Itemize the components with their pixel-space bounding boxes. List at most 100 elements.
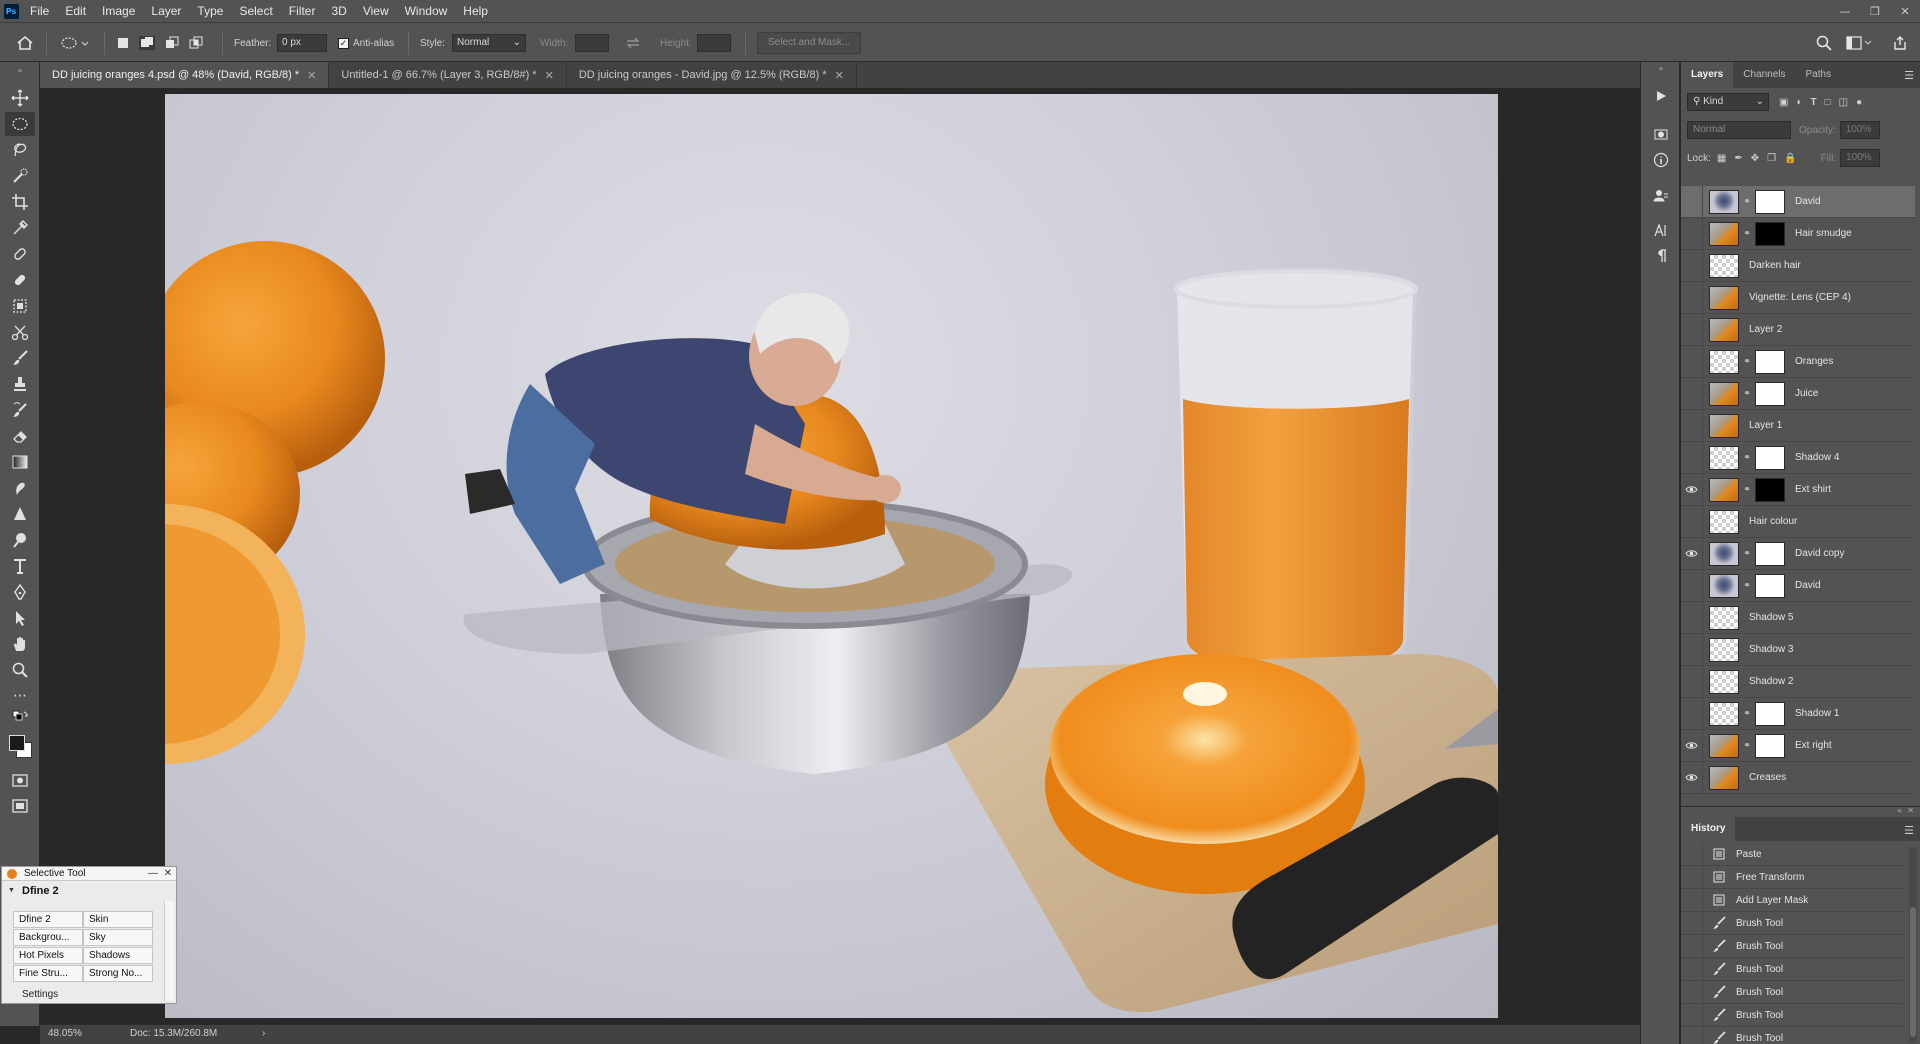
close-tab-icon[interactable]: ✕ [835,69,844,82]
menu-filter[interactable]: Filter [281,0,324,22]
workspace-icon[interactable] [1846,23,1872,63]
layer-thumbnail[interactable] [1709,221,1739,246]
visibility-toggle[interactable] [1681,249,1703,282]
screen-mode-icon[interactable] [5,794,35,818]
preset-strong-noise[interactable]: Strong No... [83,965,153,982]
layer-row[interactable]: ⚭ Shadow 1 [1681,697,1915,730]
tab-dd-juicing-oranges-4[interactable]: DD juicing oranges 4.psd @ 48% (David, R… [40,62,330,88]
history-snapshot-source[interactable] [1681,980,1703,1004]
home-icon[interactable] [16,23,34,63]
filter-type-icon[interactable]: T [1811,97,1817,108]
visibility-toggle[interactable] [1681,633,1703,666]
layer-row[interactable]: ⚭ David [1681,569,1915,602]
layer-thumbnail[interactable] [1709,253,1739,278]
paragraph-icon[interactable] [1649,244,1673,268]
link-chain-icon[interactable]: ⚭ [1742,549,1752,559]
preset-skin[interactable]: Skin [83,911,153,928]
history-scrollbar-thumb[interactable] [1910,907,1916,1037]
link-chain-icon[interactable]: ⚭ [1742,741,1752,751]
layer-thumbnail[interactable] [1709,765,1739,790]
preset-dfine-2[interactable]: Dfine 2 [13,911,83,928]
history-snapshot-source[interactable] [1681,843,1703,866]
preset-fine-structures[interactable]: Fine Stru... [13,965,83,982]
layer-row[interactable]: Hair colour [1681,505,1915,538]
quick-selection-tool-icon[interactable] [5,164,35,188]
close-tab-icon[interactable]: ✕ [545,69,554,82]
color-swatches[interactable] [5,730,35,762]
share-icon[interactable] [1892,23,1908,63]
more-tools-icon[interactable]: ⋯ [5,684,35,708]
layer-mask-thumbnail[interactable] [1755,189,1785,214]
layer-mask-thumbnail[interactable] [1755,573,1785,598]
layer-mask-thumbnail[interactable] [1755,445,1785,470]
pen-tool-icon[interactable] [5,580,35,604]
history-snapshot-source[interactable] [1681,865,1703,889]
filter-kind-select[interactable]: ⚲ Kind ⌄ [1687,93,1769,111]
link-chain-icon[interactable]: ⚭ [1742,453,1752,463]
close-history-icon[interactable]: ✕ [1907,806,1914,815]
path-selection-icon[interactable] [5,606,35,630]
layer-row[interactable]: ⚭ Oranges [1681,345,1915,378]
status-menu-arrow-icon[interactable]: › [262,1028,265,1039]
tab-paths[interactable]: Paths [1796,62,1842,88]
menu-3d[interactable]: 3D [323,0,354,22]
gradient-tool-icon[interactable] [5,450,35,474]
search-icon[interactable] [1816,23,1832,63]
style-select[interactable]: Normal ⌄ [452,34,526,52]
actions-play-icon[interactable] [1649,84,1673,108]
select-and-mask-button[interactable]: Select and Mask... [757,32,862,54]
history-item[interactable]: Paste [1681,843,1903,866]
menu-type[interactable]: Type [189,0,231,22]
menu-window[interactable]: Window [397,0,456,22]
preset-shadows[interactable]: Shadows [83,947,153,964]
subtract-from-selection-icon[interactable] [164,23,180,63]
minimize-icon[interactable]: — [1830,0,1860,22]
eye-icon[interactable] [1681,761,1703,794]
layer-thumbnail[interactable] [1709,509,1739,534]
photoshop-logo[interactable]: Ps [0,0,22,22]
layer-thumbnail[interactable] [1709,413,1739,438]
menu-layer[interactable]: Layer [143,0,189,22]
layer-row[interactable]: Shadow 3 [1681,633,1915,666]
visibility-toggle[interactable] [1681,217,1703,250]
visibility-toggle[interactable] [1681,313,1703,346]
filter-smart-object-icon[interactable]: ◫ [1839,97,1848,108]
menu-image[interactable]: Image [94,0,143,22]
settings-button[interactable]: Settings [6,988,58,1002]
preset-background[interactable]: Backgrou... [13,929,83,946]
layer-thumbnail[interactable] [1709,541,1739,566]
smudge-tool-icon[interactable] [5,476,35,500]
menu-edit[interactable]: Edit [57,0,94,22]
visibility-toggle[interactable] [1681,697,1703,730]
move-tool-icon[interactable] [5,86,35,110]
history-snapshot-source[interactable] [1681,1003,1703,1027]
blend-mode-select[interactable]: Normal [1687,121,1791,139]
collapse-history-icon[interactable]: « [1897,806,1902,815]
eye-icon[interactable] [1681,537,1703,570]
history-item[interactable]: Brush Tool [1681,911,1903,935]
restore-icon[interactable]: ❐ [1860,0,1890,22]
filter-toggle-icon[interactable]: ● [1856,97,1862,108]
link-chain-icon[interactable]: ⚭ [1742,485,1752,495]
visibility-toggle[interactable] [1681,409,1703,442]
lasso-tool-icon[interactable] [5,138,35,162]
intersect-selection-icon[interactable] [188,23,204,63]
history-item[interactable]: Brush Tool [1681,1026,1903,1044]
canvas-area[interactable] [40,88,1640,1024]
filter-adjustment-icon[interactable]: ◐ [1796,97,1802,108]
properties-icon[interactable] [1649,184,1673,208]
eyedropper-tool-icon[interactable] [5,216,35,240]
layer-thumbnail[interactable] [1709,349,1739,374]
filter-shape-icon[interactable]: □ [1825,97,1831,108]
layer-thumbnail[interactable] [1709,285,1739,310]
collapse-icon[interactable]: — [148,868,158,879]
filter-pixel-icon[interactable]: ▣ [1779,97,1788,108]
layer-mask-thumbnail[interactable] [1755,477,1785,502]
history-snapshot-source[interactable] [1681,934,1703,958]
layer-row[interactable]: Shadow 5 [1681,601,1915,634]
quick-mask-icon[interactable] [5,768,35,792]
layer-thumbnail[interactable] [1709,701,1739,726]
layer-row[interactable]: ⚭ Juice [1681,377,1915,410]
layer-row[interactable]: ⚭ David [1681,185,1915,218]
clone-stamp-icon[interactable] [5,372,35,396]
